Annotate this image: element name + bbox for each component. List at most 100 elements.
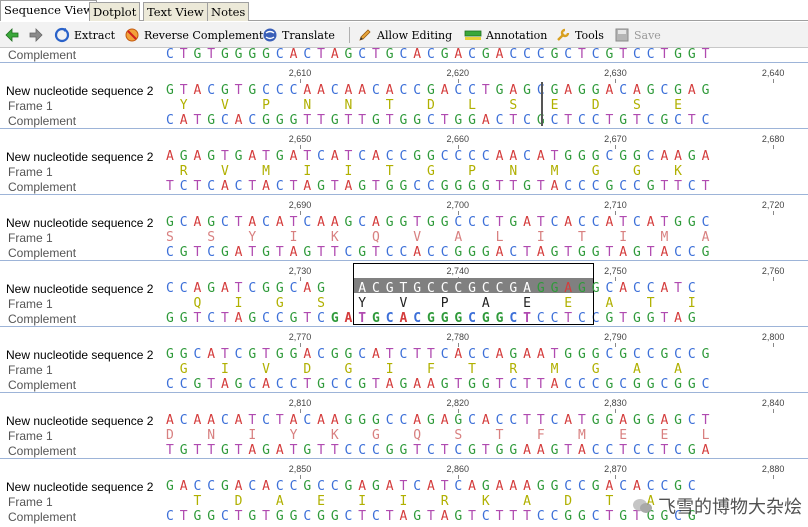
amino-acid (427, 230, 441, 245)
amino-acid (345, 230, 359, 245)
save-label: Save (634, 28, 661, 42)
complement-base: T (344, 113, 359, 128)
complement-base: T (619, 443, 633, 458)
amino-acid (358, 428, 372, 443)
forward-button[interactable] (28, 25, 44, 45)
complement-sequence: CTGGCTGTGGCGGCTCTAGTAGTCTTTCCGGCTGTGGCG (166, 509, 702, 524)
position-tick-label: 2,730 (288, 266, 312, 276)
nucleotide-base: C (426, 281, 441, 296)
sequence-view[interactable]: Complement CTGTGGGGCACTAGCTGCACGACGACCCG… (0, 48, 808, 527)
nucleotide-base: G (234, 149, 249, 164)
nucleotide-sequence[interactable]: GCAGCTACATCAAGCAGGTGGCCCTGATCACCATCATGGC (166, 215, 715, 230)
complement-label: Complement (8, 378, 77, 392)
complement-base: A (289, 48, 304, 62)
amino-acid (523, 230, 537, 245)
complement-base: C (523, 48, 537, 62)
block-divider (0, 62, 808, 63)
nucleotide-base: G (523, 83, 537, 98)
complement-base: C (275, 311, 290, 326)
nucleotide-base: T (619, 215, 633, 230)
complement-base: C (275, 179, 290, 194)
top-partial-block: Complement CTGTGGGGCACTAGCTGCACGACGACCCG… (0, 48, 808, 62)
nucleotide-base: A (385, 83, 400, 98)
translate-label: Translate (282, 28, 335, 42)
block-divider (0, 458, 808, 459)
position-tick-label: 2,640 (761, 68, 785, 78)
back-button[interactable] (4, 25, 20, 45)
complement-base: G (275, 509, 290, 524)
complement-base: C (468, 48, 482, 62)
nucleotide-base: C (289, 281, 304, 296)
nucleotide-base: C (468, 347, 482, 362)
complement-base: C (564, 377, 579, 392)
complement-base: G (578, 509, 592, 524)
complement-base: C (605, 443, 620, 458)
complement-base: G (207, 509, 221, 524)
amino-acid: Y (179, 98, 194, 113)
complement-base: G (372, 113, 386, 128)
amino-acid (303, 428, 317, 443)
amino-acid (386, 230, 400, 245)
amino-acid (523, 428, 537, 443)
nucleotide-sequence[interactable]: ACAACATCTACAAGGGCCAGAGCACCTTCATGGAGGAGCT (166, 413, 715, 428)
tab-text-view[interactable]: Text View (143, 2, 208, 21)
nucleotide-base: A (372, 149, 386, 164)
position-tick-label: 2,620 (446, 68, 469, 78)
complement-base: T (674, 179, 688, 194)
tab-notes[interactable]: Notes (207, 2, 250, 21)
complement-base: G (358, 245, 373, 260)
nucleotide-base: C (413, 83, 427, 98)
complement-base: T (289, 443, 304, 458)
save-button[interactable]: Save (614, 25, 661, 45)
nucleotide-base: C (687, 479, 702, 494)
amino-acid: Q (372, 230, 386, 245)
complement-base: T (632, 113, 647, 128)
nucleotide-base: C (399, 347, 414, 362)
nucleotide-base: A (179, 479, 194, 494)
tab-dotplot[interactable]: Dotplot (89, 2, 141, 21)
nucleotide-sequence[interactable]: GTACGTGCCCAACAACACCGACCTGAGCGAGGACAGCGAG (166, 83, 715, 98)
nucleotide-base: C (564, 479, 579, 494)
amino-acid: K (674, 164, 688, 179)
nucleotide-base: C (330, 479, 345, 494)
complement-base: T (413, 443, 427, 458)
tools-button[interactable]: Tools (555, 25, 604, 45)
amino-acid (454, 98, 468, 113)
frame-label: Frame 1 (8, 495, 53, 509)
nucleotide-base: C (372, 83, 386, 98)
complement-base: T (372, 245, 386, 260)
nucleotide-sequence[interactable]: CCAGATCGGCAGCTACGTGCCCGCCGAGGAGGCACCATC (166, 281, 702, 296)
amino-acid (193, 230, 207, 245)
amino-acid (592, 296, 606, 311)
nucleotide-sequence[interactable]: AGAGTGATGATCATCACCGGCCCCAACATGGGCGGCAAGA (166, 149, 715, 164)
nucleotide-sequence[interactable]: GGCATCGTGGACGGCATCTTCACCAGAATGGGCGCCGCCG (166, 347, 715, 362)
complement-base: T (179, 509, 194, 524)
complement-base: G (674, 48, 688, 62)
extract-button[interactable]: Extract (54, 25, 115, 45)
nucleotide-base: G (509, 215, 524, 230)
tab-sequence-view[interactable]: Sequence View (0, 0, 97, 21)
annotation-button[interactable]: Annotation (464, 25, 547, 45)
nucleotide-base: T (234, 83, 249, 98)
complement-base: G (591, 245, 606, 260)
complement-base: G (166, 311, 180, 326)
nucleotide-base: C (317, 347, 331, 362)
sequence-name-label: New nucleotide sequence 2 (6, 414, 154, 428)
nucleotide-base: C (468, 215, 482, 230)
translate-button[interactable]: Translate (262, 25, 335, 45)
nucleotide-base: T (399, 479, 414, 494)
complement-base: G (399, 377, 414, 392)
position-tick-label: 2,630 (604, 68, 627, 78)
complement-base: G (193, 509, 208, 524)
nucleotide-base: A (372, 215, 386, 230)
amino-acid (413, 98, 427, 113)
nucleotide-base: C (289, 479, 304, 494)
reverse-complement-button[interactable]: Reverse Complement (124, 25, 263, 45)
nucleotide-base: A (289, 413, 304, 428)
nucleotide-sequence[interactable]: GACCGACACCGCCGAGATCATCAGAAAGGCCGACACCGC (166, 479, 702, 494)
complement-base: T (385, 113, 400, 128)
nucleotide-base: C (275, 479, 290, 494)
complement-base: C (454, 443, 469, 458)
allow-editing-button[interactable]: Allow Editing (357, 25, 452, 45)
complement-base: A (440, 509, 455, 524)
